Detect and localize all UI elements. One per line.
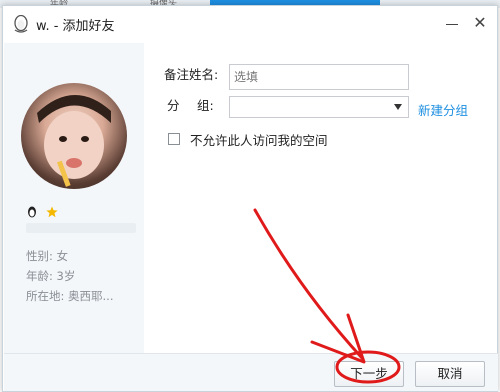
add-friend-dialog: w. - 添加好友 ✕ 性别: 女 年龄: 3岁 所在地: 奥西耶... 备注姓… <box>2 5 498 392</box>
title-bar[interactable]: w. - 添加好友 ✕ <box>3 6 497 42</box>
close-icon[interactable]: ✕ <box>471 14 489 32</box>
profile-panel: 性别: 女 年龄: 3岁 所在地: 奥西耶... <box>4 43 144 353</box>
minimize-icon[interactable] <box>443 14 461 32</box>
dialog-title: w. - 添加好友 <box>36 19 115 34</box>
qq-penguin-icon <box>26 206 38 218</box>
qq-penguin-icon <box>14 15 28 33</box>
remark-input[interactable] <box>229 64 409 90</box>
cancel-button[interactable]: 取消 <box>415 361 485 387</box>
badge-row <box>26 203 61 218</box>
gender-text: 性别: 女 <box>26 249 69 263</box>
location-text: 所在地: 奥西耶... <box>26 289 114 303</box>
next-button[interactable]: 下一步 <box>334 361 404 387</box>
remark-label: 备注姓名: <box>164 67 219 82</box>
chevron-down-icon <box>394 104 402 110</box>
new-group-link[interactable]: 新建分组 <box>418 100 468 119</box>
group-label-part2: 组: <box>197 98 214 113</box>
privacy-checkbox[interactable] <box>168 133 180 145</box>
age-text: 年龄: 3岁 <box>26 269 76 283</box>
star-level-icon <box>46 206 58 218</box>
privacy-checkbox-label[interactable]: 不允许此人访问我的空间 <box>190 130 328 149</box>
nickname-placeholder <box>26 223 136 233</box>
group-label-part1: 分 <box>167 98 180 113</box>
group-select[interactable] <box>229 96 409 118</box>
avatar <box>21 83 127 189</box>
